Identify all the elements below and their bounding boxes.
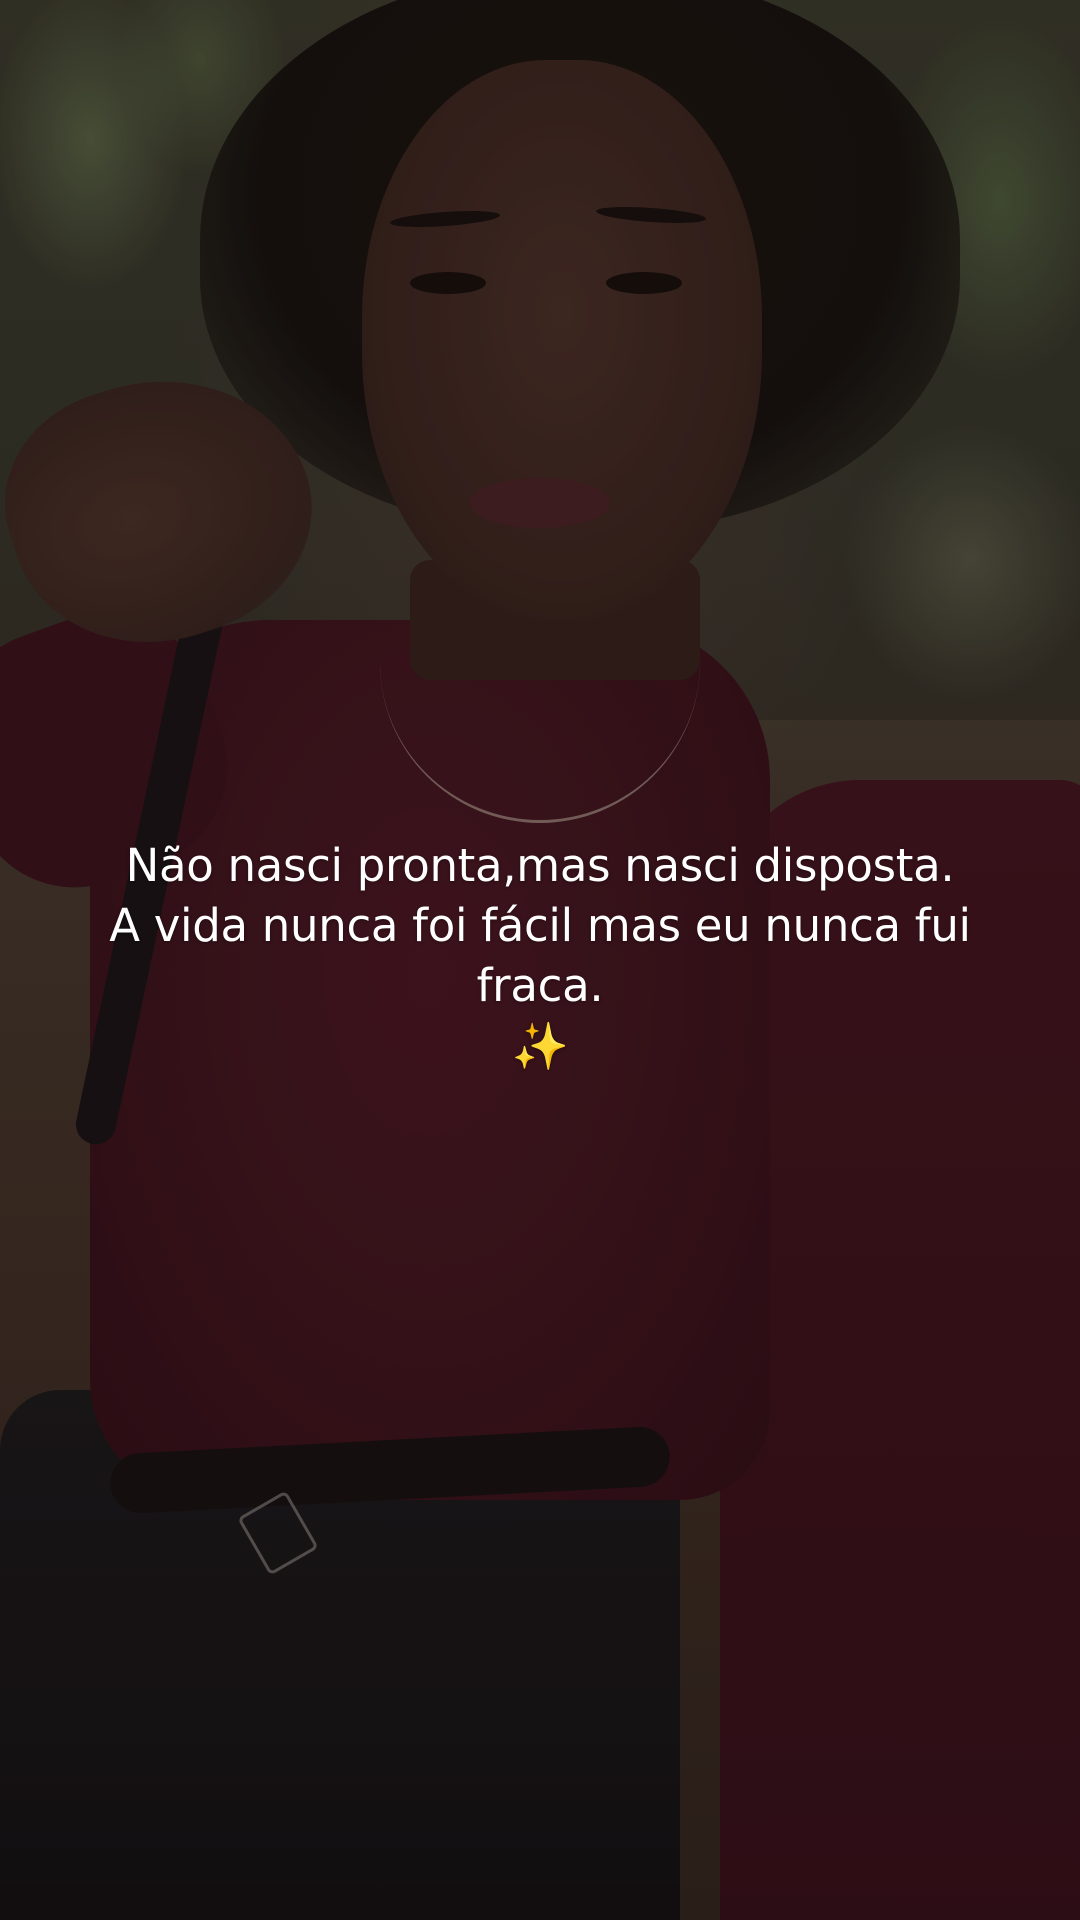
caption-line-1: Não nasci pronta,mas nasci disposta. <box>125 839 955 892</box>
caption-line-2: A vida nunca foi fácil mas eu nunca fui <box>109 899 971 952</box>
sparkles-icon: ✨ <box>511 1019 569 1073</box>
caption-text: Não nasci pronta,mas nasci disposta. A v… <box>60 836 1020 1076</box>
caption-line-3: fraca. <box>476 959 604 1012</box>
photo-background: Não nasci pronta,mas nasci disposta. A v… <box>0 0 1080 1920</box>
